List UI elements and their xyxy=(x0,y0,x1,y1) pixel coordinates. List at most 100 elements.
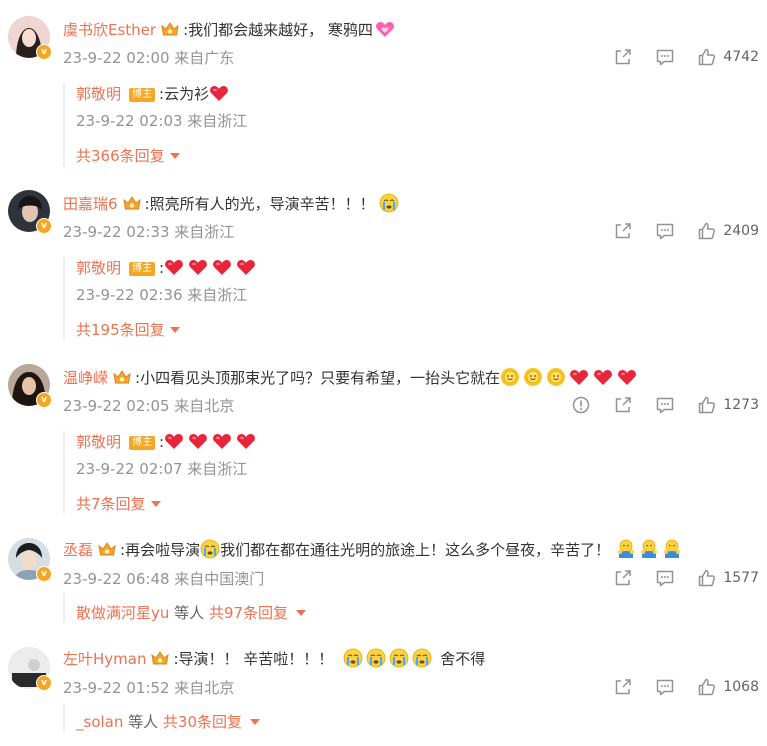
reply-button[interactable] xyxy=(655,677,675,697)
heart-emoji xyxy=(569,368,589,386)
reply-button[interactable] xyxy=(655,568,675,588)
reply-text: :云为衫 xyxy=(159,85,210,103)
reply-username[interactable]: 郭敬明 xyxy=(76,433,121,451)
comment-username[interactable]: 温峥嵘 xyxy=(63,369,108,387)
comment-body: 田嘉瑞6:照亮所有人的光，导演辛苦！！！ xyxy=(63,193,402,215)
heart-emoji xyxy=(617,368,637,386)
reply-button[interactable] xyxy=(655,395,675,415)
heart-emoji xyxy=(236,258,256,276)
comment-meta: 23-9-22 01:52 来自北京 xyxy=(63,679,235,697)
more-replies-link[interactable]: 共7条回复 xyxy=(76,494,260,514)
more-replies-user[interactable]: _solan xyxy=(76,713,123,731)
like-button[interactable]: 1068 xyxy=(697,677,759,697)
caret-down-icon xyxy=(150,501,161,507)
heart-emoji xyxy=(212,432,232,450)
reply-meta: 23-9-22 02:03 来自浙江 xyxy=(76,112,248,130)
cry-emoji xyxy=(412,648,432,668)
reply-block: 郭敬明 博主: 23-9-22 02:07 来自浙江 共7条回复 xyxy=(63,431,260,514)
caret-down-icon xyxy=(296,610,307,616)
comment-meta: 23-9-22 02:00 来自广东 xyxy=(63,49,235,67)
comment-username[interactable]: 左叶Hyman xyxy=(63,650,146,668)
share-icon xyxy=(613,395,633,415)
crown-icon xyxy=(112,368,132,386)
more-replies-label: 共30条回复 xyxy=(162,713,242,731)
more-replies-link[interactable]: 共195条回复 xyxy=(76,320,260,340)
caret-down-icon xyxy=(169,327,180,333)
like-button[interactable]: 1577 xyxy=(697,568,759,588)
cry-emoji xyxy=(366,648,386,668)
comment-meta: 23-9-22 06:48 来自中国澳门 xyxy=(63,570,265,588)
more-replies-label: 共366条回复 xyxy=(76,147,165,165)
reply-username[interactable]: 郭敬明 xyxy=(76,85,121,103)
heart-emoji xyxy=(188,432,208,450)
more-replies-label: 共7条回复 xyxy=(76,495,146,513)
comment-text: :小四看见头顶那束光了吗？只要有希望，一抬头它就在 xyxy=(135,369,501,387)
report-button[interactable] xyxy=(571,395,591,415)
heart-emoji xyxy=(375,20,395,38)
reply-username[interactable]: 郭敬明 xyxy=(76,259,121,277)
author-badge: 博主 xyxy=(129,262,156,276)
comment-text: :导演！！ 辛苦啦！！！ xyxy=(173,650,334,668)
crown-icon xyxy=(122,194,142,212)
like-count: 1068 xyxy=(723,679,759,695)
reply-button[interactable] xyxy=(655,221,675,241)
like-button[interactable]: 2409 xyxy=(697,221,759,241)
heart-emoji xyxy=(236,432,256,450)
verified-badge-icon: v xyxy=(36,392,52,408)
share-button[interactable] xyxy=(613,395,633,415)
share-button[interactable] xyxy=(613,47,633,67)
share-button[interactable] xyxy=(613,568,633,588)
crown-icon xyxy=(150,649,170,667)
comment-item: v 丞磊:再会啦导演 我们都在都在通往光明的旅途上！这么多个昼夜，辛苦了！ 23-… xyxy=(0,522,767,637)
author-badge: 博主 xyxy=(129,88,156,102)
like-icon xyxy=(697,568,717,588)
comment-body: 丞磊 :再会啦导演 我们都在都在通往光明的旅途上！这么多个昼夜，辛苦了！ xyxy=(63,539,685,561)
reply-block: _solan 等人 共30条回复 xyxy=(63,704,260,732)
more-replies-label: 共97条回复 xyxy=(208,604,289,622)
comment-text: :再会啦导演 xyxy=(120,541,201,559)
comment-body: 虞书欣Esther:我们都会越来越好， 寒鸦四 xyxy=(63,19,399,41)
like-count: 1273 xyxy=(723,397,759,413)
comment-meta: 23-9-22 02:33 来自浙江 xyxy=(63,223,235,241)
like-icon xyxy=(697,395,717,415)
comment-body: 左叶Hyman :导演！！ 辛苦啦！！！ 舍不得 xyxy=(63,648,485,670)
more-replies-link[interactable]: 散做满河星yu 等人 共97条回复 xyxy=(76,603,307,623)
like-button[interactable]: 4742 xyxy=(697,47,759,67)
comment-username[interactable]: 丞磊 xyxy=(63,541,93,559)
like-button[interactable]: 1273 xyxy=(697,395,759,415)
comment-text-continued: 我们都在都在通往光明的旅途上！这么多个昼夜，辛苦了！ xyxy=(220,541,611,559)
caret-down-icon xyxy=(250,719,260,725)
heart-emoji xyxy=(164,432,184,450)
reply-block: 郭敬明 博主:云为衫 23-9-22 02:03 来自浙江 共366条回复 xyxy=(63,83,247,166)
share-icon xyxy=(613,221,633,241)
share-icon xyxy=(613,47,633,67)
more-replies-link[interactable]: 共366条回复 xyxy=(76,146,247,166)
comment-item: v 温峥嵘:小四看见头顶那束光了吗？只要有希望，一抬头它就在 23-9-22 0… xyxy=(0,348,767,523)
more-replies-link[interactable]: _solan 等人 共30条回复 xyxy=(76,712,260,732)
reply-line: 郭敬明 博主: xyxy=(76,257,260,279)
sun-emoji xyxy=(523,367,543,387)
sun-emoji xyxy=(546,367,566,387)
comment-item: v 左叶Hyman :导演！！ 辛苦啦！！！ 舍不得 23-9-22 01:52 来… xyxy=(0,636,767,746)
comment-icon xyxy=(655,677,675,697)
comment-actions: 1273 xyxy=(549,395,759,415)
comment-username[interactable]: 田嘉瑞6 xyxy=(63,195,118,213)
report-icon xyxy=(571,395,591,415)
comment-item: v 虞书欣Esther:我们都会越来越好， 寒鸦四 23-9-22 02:00 … xyxy=(0,0,767,175)
comment-text-continued: 舍不得 xyxy=(440,650,486,668)
hug-emoji xyxy=(616,539,636,559)
reply-button[interactable] xyxy=(655,47,675,67)
comment-icon xyxy=(655,47,675,67)
comment-actions: 4742 xyxy=(591,47,759,67)
like-icon xyxy=(697,677,717,697)
more-replies-label: 共195条回复 xyxy=(76,321,165,339)
hug-emoji xyxy=(639,539,659,559)
share-button[interactable] xyxy=(613,221,633,241)
reply-meta: 23-9-22 02:36 来自浙江 xyxy=(76,286,248,304)
more-replies-user[interactable]: 散做满河星yu xyxy=(76,604,169,622)
share-button[interactable] xyxy=(613,677,633,697)
comment-username[interactable]: 虞书欣Esther xyxy=(63,21,156,39)
verified-badge-icon: v xyxy=(36,218,52,234)
verified-badge-icon: v xyxy=(36,675,52,691)
cry-emoji xyxy=(200,539,220,559)
